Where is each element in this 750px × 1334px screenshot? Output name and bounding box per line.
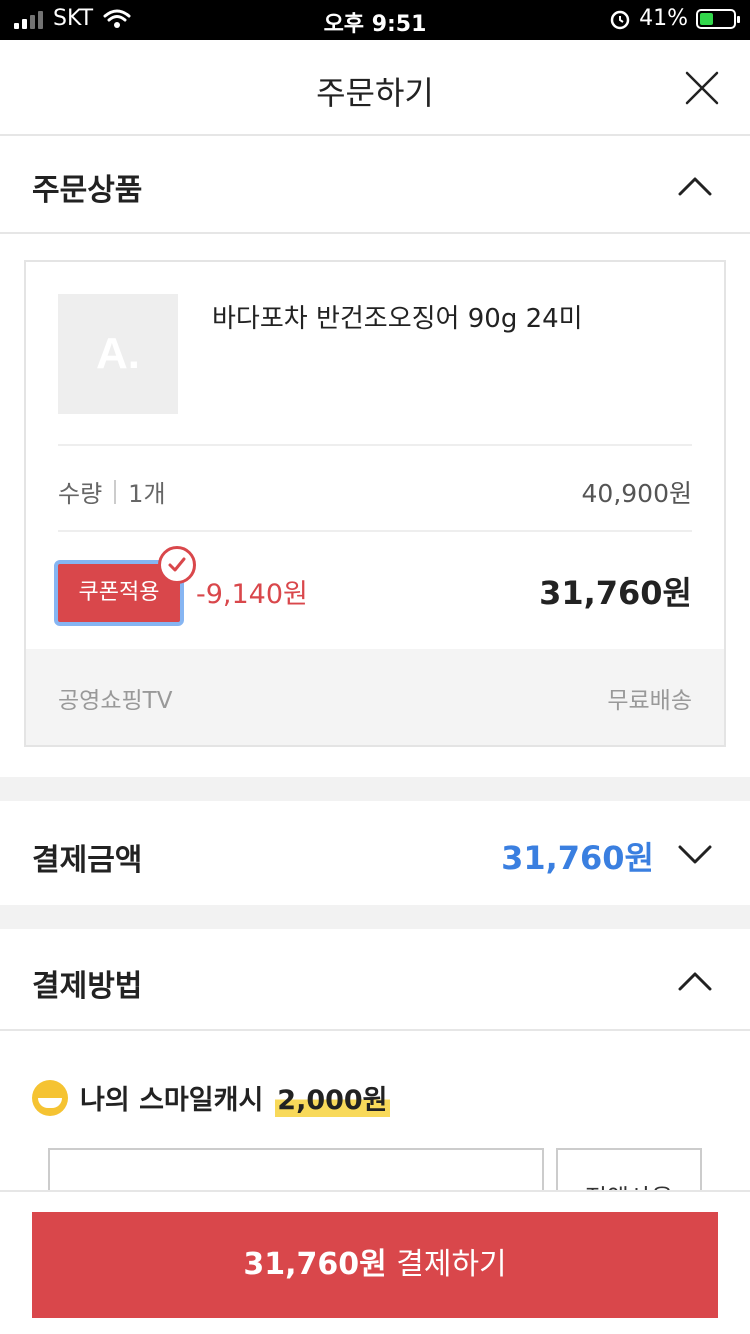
quantity-label: 수량 (58, 480, 103, 508)
divider (58, 444, 692, 446)
payment-amount-header[interactable]: 결제금액 31,760원 (0, 801, 750, 905)
alarm-icon (610, 10, 630, 29)
checkout-bar: 31,760원 결제하기 (0, 1190, 750, 1334)
checkout-amount: 31,760원 (243, 1247, 387, 1282)
smile-cash-icon (32, 1079, 68, 1116)
check-circle-icon (158, 546, 196, 584)
checkout-button[interactable]: 31,760원 결제하기 (32, 1212, 718, 1318)
smile-cash-amount: 2,000원 (275, 1078, 390, 1117)
product-name: 바다포차 반건조오징어 90g 24미 (212, 304, 583, 334)
original-price: 40,900원 (581, 479, 692, 508)
order-products-header[interactable]: 주문상품 (0, 138, 750, 234)
battery-icon (696, 8, 740, 29)
checkout-label: 결제하기 (396, 1247, 507, 1282)
payment-method-header[interactable]: 결제방법 (0, 929, 750, 1031)
close-icon (685, 71, 719, 105)
payment-amount-value: 31,760원 (501, 839, 654, 877)
smile-cash-label: 나의 스마일캐시 (80, 1085, 264, 1116)
section-gap (0, 905, 750, 929)
smile-cash-row: 나의 스마일캐시 2,000원 (32, 1078, 390, 1117)
product-card: A. 바다포차 반건조오징어 90g 24미 수량 1개 40,900원 쿠폰적… (24, 260, 726, 747)
page-title: 주문하기 (316, 74, 434, 112)
page-header: 주문하기 (0, 40, 750, 136)
chevron-up-icon (678, 971, 712, 991)
card-footer: 공영쇼핑TV 무료배송 (26, 649, 724, 745)
status-bar-right: 41% (609, 6, 740, 31)
status-bar: SKT 오후 9:51 41% (0, 0, 750, 40)
product-thumbnail: A. (58, 294, 178, 414)
divider (58, 530, 692, 532)
discount-amount: -9,140원 (196, 579, 308, 610)
section-gap (0, 777, 750, 801)
seller-name: 공영쇼핑TV (58, 688, 173, 714)
payment-amount-title: 결제금액 (32, 843, 143, 878)
shipping-info: 무료배송 (607, 688, 692, 714)
close-button[interactable] (684, 70, 720, 106)
quantity-row: 수량 1개 (58, 474, 166, 509)
divider (114, 479, 117, 504)
final-price: 31,760원 (539, 574, 692, 612)
coupon-wrapper: 쿠폰적용 (54, 546, 196, 626)
quantity-value: 1개 (128, 480, 166, 508)
battery-percent: 41% (639, 6, 688, 31)
order-products-title: 주문상품 (32, 173, 143, 208)
chevron-up-icon (678, 176, 712, 196)
payment-method-title: 결제방법 (32, 969, 143, 1004)
chevron-down-icon (678, 845, 712, 865)
